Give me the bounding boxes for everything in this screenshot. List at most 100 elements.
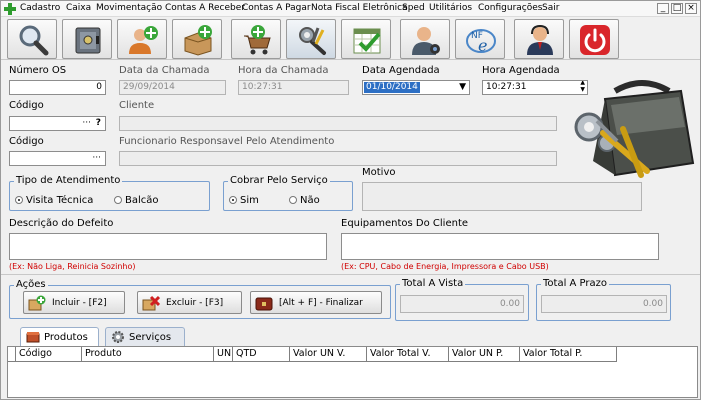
funcionario-input xyxy=(119,151,557,166)
total-prazo-value: 0.00 xyxy=(541,295,667,313)
total-prazo-group: Total A Prazo 0.00 xyxy=(536,278,671,321)
tab-servicos[interactable]: Serviços xyxy=(105,327,185,346)
tab-produtos[interactable]: Produtos xyxy=(20,327,99,346)
menu-movimentacao[interactable]: Movimentação xyxy=(96,3,162,13)
column-header[interactable]: QTD xyxy=(233,347,290,362)
incluir-label: Incluir - [F2] xyxy=(52,297,107,308)
visita-tecnica-label: Visita Técnica xyxy=(26,195,94,206)
search-icon xyxy=(19,25,49,56)
products-table[interactable]: Código Produto UN QTD Valor UN V. Valor … xyxy=(7,346,698,398)
menu-sair[interactable]: Sair xyxy=(542,3,559,13)
cliente-input xyxy=(119,116,557,131)
cobrar-servico-label: Cobrar Pelo Serviço xyxy=(228,175,330,186)
search-button[interactable] xyxy=(7,19,57,59)
lookup-button[interactable]: ··· xyxy=(92,152,101,165)
minimize-button[interactable]: _ xyxy=(657,3,669,14)
acoes-group: Ações Incluir - [F2] Excluir - [F3] [Alt… xyxy=(9,279,391,319)
close-window-button[interactable]: × xyxy=(685,3,697,14)
calendar-check-icon xyxy=(353,28,381,54)
svg-text:e: e xyxy=(478,36,487,55)
hora-chamada-label: Hora da Chamada xyxy=(238,65,329,76)
balcao-label: Balcão xyxy=(125,195,159,206)
descricao-input[interactable] xyxy=(9,233,327,260)
funcionario-label: Funcionario Responsavel Pelo Atendimento xyxy=(119,136,335,147)
motivo-input xyxy=(362,182,642,211)
add-user-button[interactable] xyxy=(117,19,167,59)
app-plus-icon xyxy=(4,3,16,15)
menu-cadastro[interactable]: Cadastro xyxy=(20,3,60,13)
equipamentos-input[interactable] xyxy=(341,233,659,260)
toolbag-icon xyxy=(574,80,695,178)
maximize-button[interactable]: □ xyxy=(671,3,683,14)
nao-label: Não xyxy=(300,195,320,206)
column-header[interactable]: Valor Total V. xyxy=(367,347,449,362)
power-icon xyxy=(580,25,610,55)
column-header[interactable]: Valor Total P. xyxy=(520,347,617,362)
equipamentos-hint: (Ex: CPU, Cabo de Energia, Impressora e … xyxy=(341,262,549,271)
cobrar-servico-group: Cobrar Pelo Serviço Sim Não xyxy=(223,175,353,211)
safe-icon xyxy=(75,27,101,54)
help-button[interactable]: ? xyxy=(96,117,101,130)
cliente-label: Cliente xyxy=(119,100,155,111)
descricao-hint: (Ex: Não Liga, Reinicia Sozinho) xyxy=(9,262,136,271)
column-header[interactable]: Valor UN P. xyxy=(449,347,520,362)
add-box-button[interactable] xyxy=(172,19,222,59)
add-box-icon xyxy=(184,25,212,56)
menu-caixa[interactable]: Caixa xyxy=(66,3,91,13)
column-header[interactable]: Produto xyxy=(82,347,214,362)
visita-tecnica-radio[interactable]: Visita Técnica xyxy=(15,195,93,206)
hora-agendada-value: 10:27:31 xyxy=(486,82,527,92)
row-indicator-header xyxy=(8,347,16,362)
menu-configuracoes[interactable]: Configurações xyxy=(478,3,542,13)
finalize-icon xyxy=(255,297,273,310)
sim-radio[interactable]: Sim xyxy=(229,195,259,206)
total-vista-group: Total A Vista 0.00 xyxy=(395,278,529,321)
menu-contas-pagar[interactable]: Contas A Pagar xyxy=(242,3,311,13)
data-agendada-picker[interactable]: 01/10/2014 ▼ xyxy=(362,80,470,95)
descricao-label: Descrição do Defeito xyxy=(9,218,114,229)
calendar-button[interactable] xyxy=(341,19,391,59)
support-button[interactable] xyxy=(514,19,564,59)
balcao-radio[interactable]: Balcão xyxy=(114,195,159,206)
column-header[interactable]: Código xyxy=(16,347,82,362)
hora-chamada-input: 10:27:31 xyxy=(238,80,349,95)
gear-icon xyxy=(112,331,124,343)
nfe-icon: NFe xyxy=(466,29,496,55)
support-agent-icon xyxy=(527,24,553,55)
incluir-button[interactable]: Incluir - [F2] xyxy=(23,291,125,314)
user-webcam-icon xyxy=(412,27,440,55)
add-cart-button[interactable] xyxy=(231,19,281,59)
finalizar-label: [Alt + F] - Finalizar xyxy=(279,297,363,308)
nfe-button[interactable]: NF e xyxy=(455,19,505,59)
codigo-funcionario-label: Código xyxy=(9,136,44,147)
chevron-down-icon: ▼ xyxy=(459,82,466,92)
numero-os-label: Número OS xyxy=(9,65,67,76)
user-webcam-button[interactable] xyxy=(400,19,450,59)
codigo-cliente-input[interactable]: ··· ? xyxy=(9,116,106,131)
safe-button[interactable] xyxy=(62,19,112,59)
products-icon xyxy=(26,332,40,343)
codigo-funcionario-input[interactable]: ··· xyxy=(9,151,106,166)
excluir-button[interactable]: Excluir - [F3] xyxy=(137,291,242,314)
data-agendada-value: 01/10/2014 xyxy=(364,82,420,93)
tools-button[interactable] xyxy=(286,19,336,59)
menu-sped[interactable]: Sped xyxy=(402,3,425,13)
acoes-label: Ações xyxy=(14,279,48,290)
numero-os-input[interactable]: 0 xyxy=(9,80,106,95)
finalizar-button[interactable]: [Alt + F] - Finalizar xyxy=(250,291,382,314)
column-header[interactable]: UN xyxy=(214,347,233,362)
toolbar: NF e xyxy=(1,18,700,60)
data-chamada-label: Data da Chamada xyxy=(119,65,210,76)
main-window: Cadastro Caixa Movimentação Contas A Rec… xyxy=(0,0,701,400)
divider xyxy=(1,274,700,275)
lookup-button[interactable]: ··· xyxy=(82,117,91,130)
motivo-label: Motivo xyxy=(362,167,396,178)
add-user-icon xyxy=(129,26,158,54)
column-header[interactable]: Valor UN V. xyxy=(290,347,367,362)
data-chamada-input: 29/09/2014 xyxy=(119,80,226,95)
menu-nota-fiscal[interactable]: Nota Fiscal Eletrônica xyxy=(311,3,408,13)
menu-contas-receber[interactable]: Contas A Receber xyxy=(165,3,245,13)
menu-utilitarios[interactable]: Utilitários xyxy=(429,3,472,13)
exit-button[interactable] xyxy=(569,19,619,59)
nao-radio[interactable]: Não xyxy=(289,195,320,206)
